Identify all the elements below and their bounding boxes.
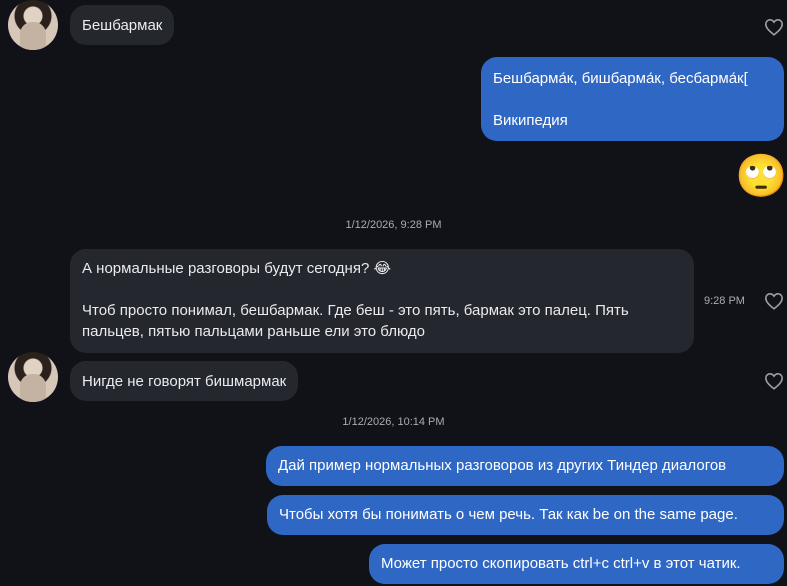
message-link[interactable]: Википедия [493,110,772,131]
message-text: Бешбарма́к, бишбарма́к, бесбарма́к[ [493,70,748,87]
message-text: Нигде не говорят бишмармак [82,373,287,390]
message-bubble-incoming[interactable]: Нигде не говорят бишмармак [70,361,299,401]
message-bubble-incoming[interactable]: Бешбармак [70,5,175,45]
message-text-line: Чтоб просто понимал, бешбармак. Где беш … [82,302,629,319]
message-bubble-outgoing[interactable]: Бешбарма́к, бишбарма́к, бесбарма́к[ Вики… [481,57,784,141]
date-divider: 1/12/2026, 9:28 PM [345,219,442,231]
message-bubble-outgoing[interactable]: Дай пример нормальных разговоров из друг… [266,446,784,486]
emoji-message[interactable]: 🙄 [735,152,787,200]
message-text: Дай пример нормальных разговоров из друг… [278,457,727,474]
date-divider: 1/12/2026, 10:14 PM [342,416,445,428]
avatar[interactable] [8,352,58,402]
message-text: Может просто скопировать ctrl+c ctrl+v в… [381,555,741,572]
avatar[interactable] [8,0,58,50]
heart-icon[interactable] [764,292,784,310]
message-text: Бешбармак [82,17,163,34]
heart-icon[interactable] [764,372,784,390]
message-bubble-outgoing[interactable]: Может просто скопировать ctrl+c ctrl+v в… [369,544,784,584]
message-text: Чтобы хотя бы понимать о чем речь. Так к… [279,506,738,523]
message-bubble-outgoing[interactable]: Чтобы хотя бы понимать о чем речь. Так к… [267,495,784,535]
message-text-line: пальцев, пятью пальцами раньше ели это б… [82,323,425,340]
message-bubble-incoming[interactable]: А нормальные разговоры будут сегодня? 😂 … [70,249,694,353]
message-time: 9:28 PM [704,295,745,307]
message-text-line: А нормальные разговоры будут сегодня? 😂 [82,260,391,277]
heart-icon[interactable] [764,18,784,36]
